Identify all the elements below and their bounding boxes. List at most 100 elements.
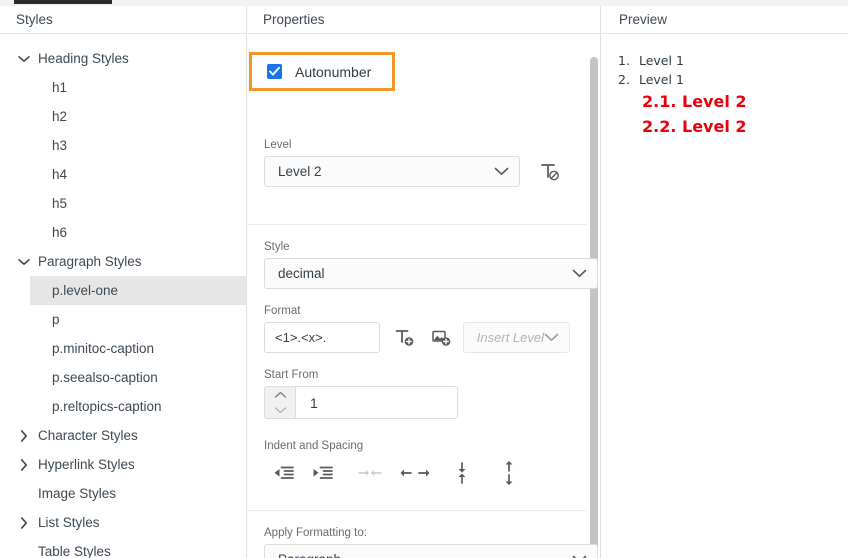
chevron-down-icon[interactable]: [16, 254, 32, 270]
autonumber-highlight-box: Autonumber: [249, 52, 395, 91]
insert-image-icon[interactable]: [429, 322, 455, 353]
styles-item-label: p.seealso-caption: [52, 370, 158, 385]
styles-group-list-styles[interactable]: List Styles: [0, 508, 246, 537]
styles-item-p-minitoc-caption[interactable]: p.minitoc-caption: [0, 334, 246, 363]
panel-divider-properties-preview: [600, 6, 601, 558]
increase-vertical-space-icon[interactable]: [489, 460, 528, 486]
preview-line-level-1: 1. Level 1: [618, 51, 848, 70]
styles-item-label: h6: [52, 225, 67, 240]
styles-item-p-level-one[interactable]: p.level-one: [30, 276, 246, 305]
style-select-value: decimal: [278, 266, 325, 281]
apply-formatting-value: Paragraph: [278, 552, 341, 558]
preview-panel: Preview 1. Level 12. Level 12.1. Level 2…: [602, 6, 848, 558]
start-from-section: Start From 1: [248, 369, 586, 419]
stepper-down-icon[interactable]: [265, 403, 295, 419]
properties-panel: Properties Autonumber Level Level 2: [248, 6, 600, 558]
preview-content: 1. Level 12. Level 12.1. Level 22.2. Lev…: [602, 35, 848, 558]
top-horizontal-scrollbar-thumb[interactable]: [14, 0, 112, 4]
styles-item-label: p.reltopics-caption: [52, 399, 162, 414]
styles-tree: Heading Styles h1 h2 h3 h4 h5 h6 Paragraph Styl…: [0, 34, 246, 558]
stepper-up-icon[interactable]: [265, 387, 295, 403]
format-input[interactable]: <1>.<x>.: [264, 322, 380, 353]
apply-formatting-select[interactable]: Paragraph: [264, 544, 598, 558]
styles-panel: Styles Heading Styles h1 h2 h3 h4 h5 h6 Paragra…: [0, 6, 246, 558]
clear-formatting-icon[interactable]: [532, 156, 566, 187]
preview-line-number: 2.1.: [642, 92, 676, 111]
apply-formatting-label: Apply Formatting to:: [264, 527, 570, 539]
styles-item-p-reltopics-caption[interactable]: p.reltopics-caption: [0, 392, 246, 421]
decrease-indent-icon[interactable]: [264, 460, 303, 486]
panel-divider-styles-properties: [246, 6, 247, 558]
section-divider-2: [248, 510, 586, 511]
styles-item-p-seealso-caption[interactable]: p.seealso-caption: [0, 363, 246, 392]
styles-panel-title: Styles: [0, 6, 246, 34]
styles-item-label: p: [52, 312, 60, 327]
style-label: Style: [264, 241, 570, 253]
styles-item-label: h1: [52, 80, 67, 95]
styles-item-h1[interactable]: h1: [0, 73, 246, 102]
properties-vertical-scrollbar[interactable]: [590, 57, 598, 558]
styles-item-h5[interactable]: h5: [0, 189, 246, 218]
styles-item-label: Table Styles: [38, 544, 111, 558]
preview-line-number: 2.: [618, 70, 635, 89]
insert-text-icon[interactable]: [392, 322, 418, 353]
style-select[interactable]: decimal: [264, 258, 598, 289]
preview-line-text: Level 1: [635, 72, 684, 87]
level-label: Level: [264, 139, 570, 151]
preview-line-text: Level 2: [676, 117, 746, 136]
decrease-vertical-space-icon[interactable]: [442, 460, 481, 486]
styles-item-label: h2: [52, 109, 67, 124]
preview-line-number: 1.: [618, 51, 635, 70]
preview-line-text: Level 1: [635, 53, 684, 68]
style-section: Style decimal: [248, 241, 586, 289]
level-section: Level Level 2: [248, 139, 586, 187]
styles-group-table-styles[interactable]: Table Styles: [0, 537, 246, 558]
preview-line-level-1: 2. Level 1: [618, 70, 848, 89]
chevron-right-icon[interactable]: [16, 515, 32, 531]
preview-line-text: Level 2: [676, 92, 746, 111]
styles-item-h3[interactable]: h3: [0, 131, 246, 160]
styles-item-label: h3: [52, 138, 67, 153]
section-divider-1: [248, 224, 586, 225]
preview-panel-title: Preview: [602, 6, 848, 34]
format-input-value: <1>.<x>.: [275, 330, 326, 345]
styles-group-hyperlink-styles[interactable]: Hyperlink Styles: [0, 450, 246, 479]
styles-item-h4[interactable]: h4: [0, 160, 246, 189]
autonumber-label: Autonumber: [295, 64, 371, 80]
styles-item-label: Heading Styles: [38, 51, 129, 66]
start-from-input[interactable]: 1: [295, 386, 458, 419]
indent-spacing-section: Indent and Spacing: [248, 440, 586, 486]
styles-item-label: Character Styles: [38, 428, 138, 443]
chevron-right-icon[interactable]: [16, 457, 32, 473]
properties-panel-title: Properties: [248, 6, 600, 34]
level-select[interactable]: Level 2: [264, 156, 520, 187]
increase-indent-icon[interactable]: [303, 460, 342, 486]
apply-formatting-section: Apply Formatting to: Paragraph: [248, 527, 586, 558]
styles-group-heading-styles[interactable]: Heading Styles: [0, 44, 246, 73]
styles-item-label: p.level-one: [52, 283, 118, 298]
styles-item-h2[interactable]: h2: [0, 102, 246, 131]
styles-item-label: Paragraph Styles: [38, 254, 142, 269]
styles-item-label: Hyperlink Styles: [38, 457, 135, 472]
styles-item-label: p.minitoc-caption: [52, 341, 154, 356]
autonumber-checkbox[interactable]: [267, 64, 282, 79]
start-from-stepper[interactable]: [264, 386, 295, 419]
styles-item-h6[interactable]: h6: [0, 218, 246, 247]
chevron-down-icon[interactable]: [16, 51, 32, 67]
insert-level-select[interactable]: Insert Level: [463, 322, 570, 353]
preview-line-level-2: 2.1. Level 2: [618, 89, 848, 114]
decrease-horizontal-space-icon: [350, 460, 389, 486]
styles-item-label: h5: [52, 196, 67, 211]
preview-line-level-2: 2.2. Level 2: [618, 114, 848, 139]
preview-line-number: 2.2.: [642, 117, 676, 136]
increase-horizontal-space-icon[interactable]: [395, 460, 434, 486]
chevron-right-icon[interactable]: [16, 428, 32, 444]
styles-item-p[interactable]: p: [0, 305, 246, 334]
styles-group-character-styles[interactable]: Character Styles: [0, 421, 246, 450]
insert-level-placeholder: Insert Level: [477, 330, 544, 345]
styles-group-paragraph-styles[interactable]: Paragraph Styles: [0, 247, 246, 276]
styles-item-label: Image Styles: [38, 486, 116, 501]
styles-group-image-styles[interactable]: Image Styles: [0, 479, 246, 508]
styles-item-label: h4: [52, 167, 67, 182]
styles-item-label: List Styles: [38, 515, 100, 530]
